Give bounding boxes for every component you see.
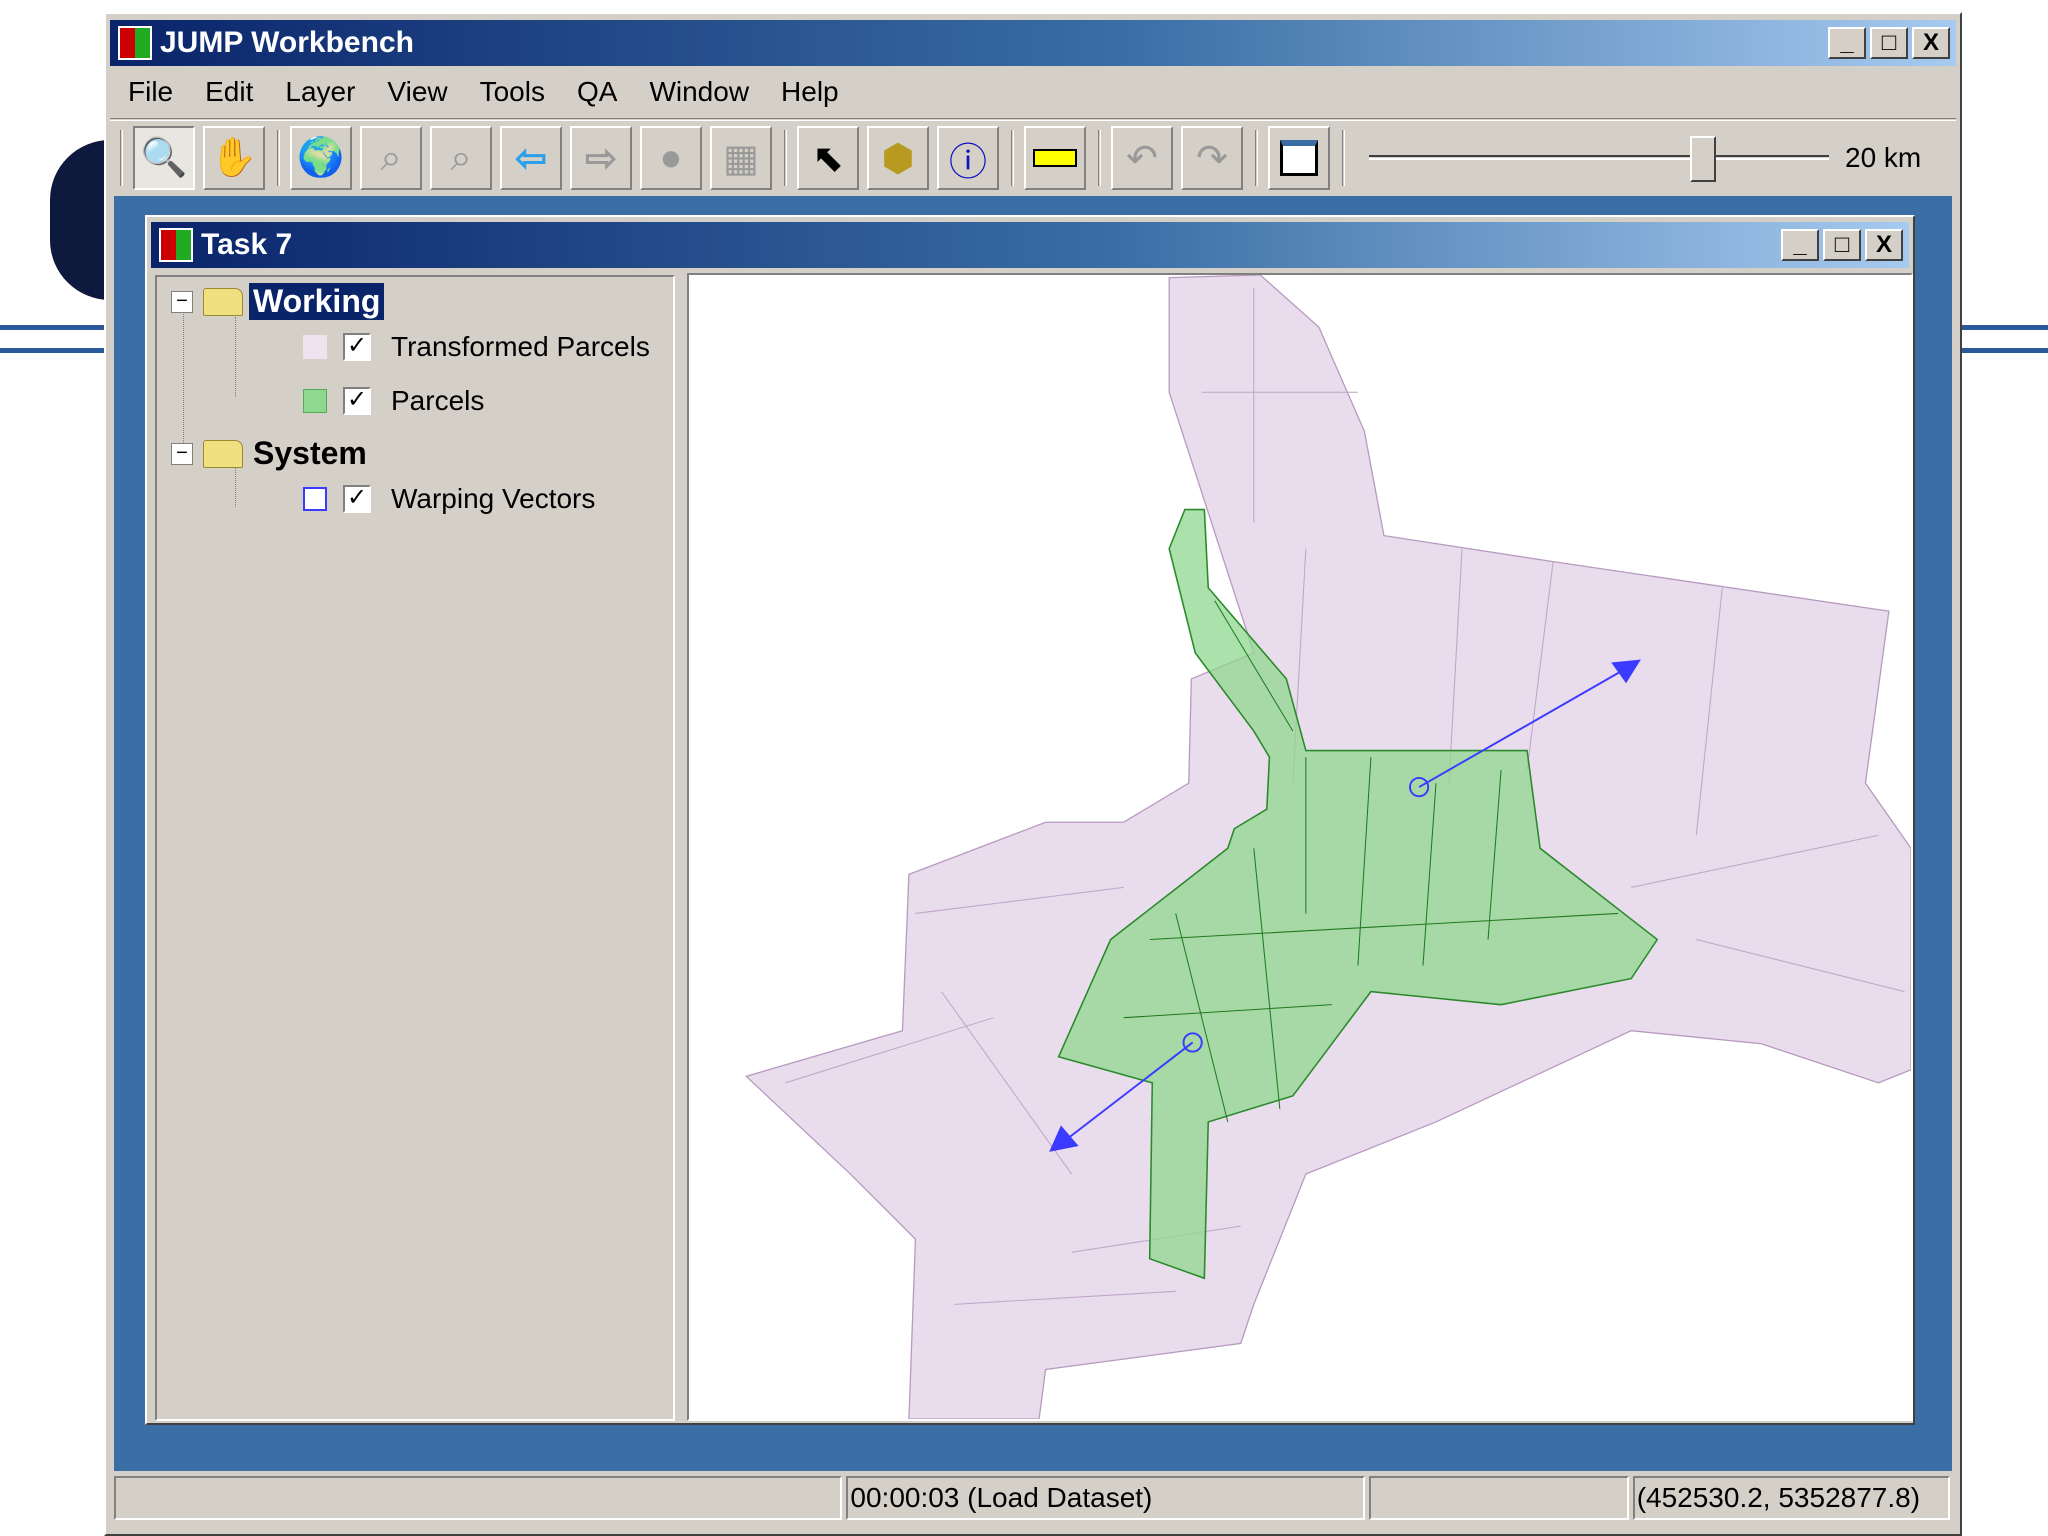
layer-label: Transformed Parcels (391, 331, 650, 362)
layer-label: Parcels (391, 385, 485, 416)
zoom-to-fence-icon[interactable]: ⌕ (430, 126, 492, 190)
layer-swatch (303, 487, 327, 511)
zoom-to-selected-icon[interactable]: ● (640, 126, 702, 190)
close-button[interactable]: X (1912, 27, 1950, 59)
zoom-icon[interactable]: 🔍 (133, 126, 195, 190)
background-line (0, 348, 110, 353)
category-label: System (253, 435, 367, 471)
forward-arrow-icon[interactable]: ⇨ (570, 126, 632, 190)
category-system[interactable]: − System (171, 435, 371, 472)
status-coordinates: (452530.2, 5352877.8) (1632, 1476, 1950, 1520)
undo-icon[interactable]: ↶ (1111, 126, 1173, 190)
layer-parcels[interactable]: ✓ Parcels (303, 385, 484, 417)
task-maximize-button[interactable]: □ (1823, 229, 1861, 261)
layer-tree: − Working ✓ Transformed Parcels ✓ Parcel… (155, 275, 675, 1421)
box-icon[interactable]: ⬢ (867, 126, 929, 190)
task-window: Task 7 _ □ X − Working ✓ Transformed Par… (145, 215, 1915, 1425)
menu-layer[interactable]: Layer (269, 76, 371, 108)
category-working[interactable]: − Working (171, 283, 385, 320)
category-label: Working (249, 283, 385, 320)
menu-help[interactable]: Help (765, 76, 855, 108)
zoom-previous-icon[interactable]: ⌕ (360, 126, 422, 190)
layer-transformed-parcels[interactable]: ✓ Transformed Parcels (303, 331, 650, 363)
maximize-button[interactable]: □ (1870, 27, 1908, 59)
toolbar: 🔍 ✋ 🌍 ⌕ ⌕ ⇦ ⇨ ● ▦ ⬉ ⬢ ⓘ ↶ ↷ 20 km (116, 126, 1921, 190)
menu-edit[interactable]: Edit (189, 76, 269, 108)
menu-view[interactable]: View (371, 76, 463, 108)
scale-slider[interactable] (1369, 128, 1829, 188)
status-message (114, 1476, 843, 1520)
layer-swatch (303, 389, 327, 413)
window-title: JUMP Workbench (160, 26, 414, 59)
menu-tools[interactable]: Tools (464, 76, 561, 108)
status-extra (1369, 1476, 1629, 1520)
ruler-icon[interactable] (1024, 126, 1086, 190)
collapse-icon[interactable]: − (171, 442, 193, 465)
pan-icon[interactable]: ✋ (203, 126, 265, 190)
layer-visibility-checkbox[interactable]: ✓ (343, 333, 371, 361)
status-bar: 00:00:03 (Load Dataset) (452530.2, 53528… (114, 1476, 1954, 1524)
collapse-icon[interactable]: − (171, 290, 193, 313)
menu-bar: File Edit Layer View Tools QA Window Hel… (112, 76, 855, 108)
select-pointer-icon[interactable]: ⬉ (797, 126, 859, 190)
background-line (1960, 325, 2048, 330)
background-line (1960, 348, 2048, 353)
menu-qa[interactable]: QA (561, 76, 633, 108)
grid-icon[interactable]: ▦ (710, 126, 772, 190)
scale-label: 20 km (1845, 142, 1922, 173)
layer-visibility-checkbox[interactable]: ✓ (343, 387, 371, 415)
layer-label: Warping Vectors (391, 483, 596, 514)
task-minimize-button[interactable]: _ (1781, 229, 1819, 261)
redo-icon[interactable]: ↷ (1181, 126, 1243, 190)
task-title-bar[interactable]: Task 7 _ □ X (151, 222, 1909, 268)
folder-icon (203, 287, 243, 316)
folder-icon (203, 439, 243, 468)
layer-warping-vectors[interactable]: ✓ Warping Vectors (303, 483, 595, 515)
layer-visibility-checkbox[interactable]: ✓ (343, 485, 371, 513)
map-view[interactable] (687, 273, 1913, 1421)
task-title: Task 7 (201, 228, 293, 261)
minimize-button[interactable]: _ (1828, 27, 1866, 59)
slider-thumb[interactable] (1690, 136, 1717, 182)
globe-icon[interactable]: 🌍 (290, 126, 352, 190)
task-icon (159, 228, 193, 262)
background-line (0, 325, 110, 330)
window-icon[interactable] (1268, 126, 1330, 190)
info-icon[interactable]: ⓘ (937, 126, 999, 190)
menu-file[interactable]: File (112, 76, 189, 108)
task-close-button[interactable]: X (1865, 229, 1903, 261)
status-timing: 00:00:03 (Load Dataset) (846, 1476, 1366, 1520)
layer-swatch (303, 335, 327, 359)
title-bar[interactable]: JUMP Workbench _ □ X (110, 20, 1956, 66)
back-arrow-icon[interactable]: ⇦ (500, 126, 562, 190)
menu-window[interactable]: Window (633, 76, 765, 108)
app-icon (118, 26, 152, 60)
